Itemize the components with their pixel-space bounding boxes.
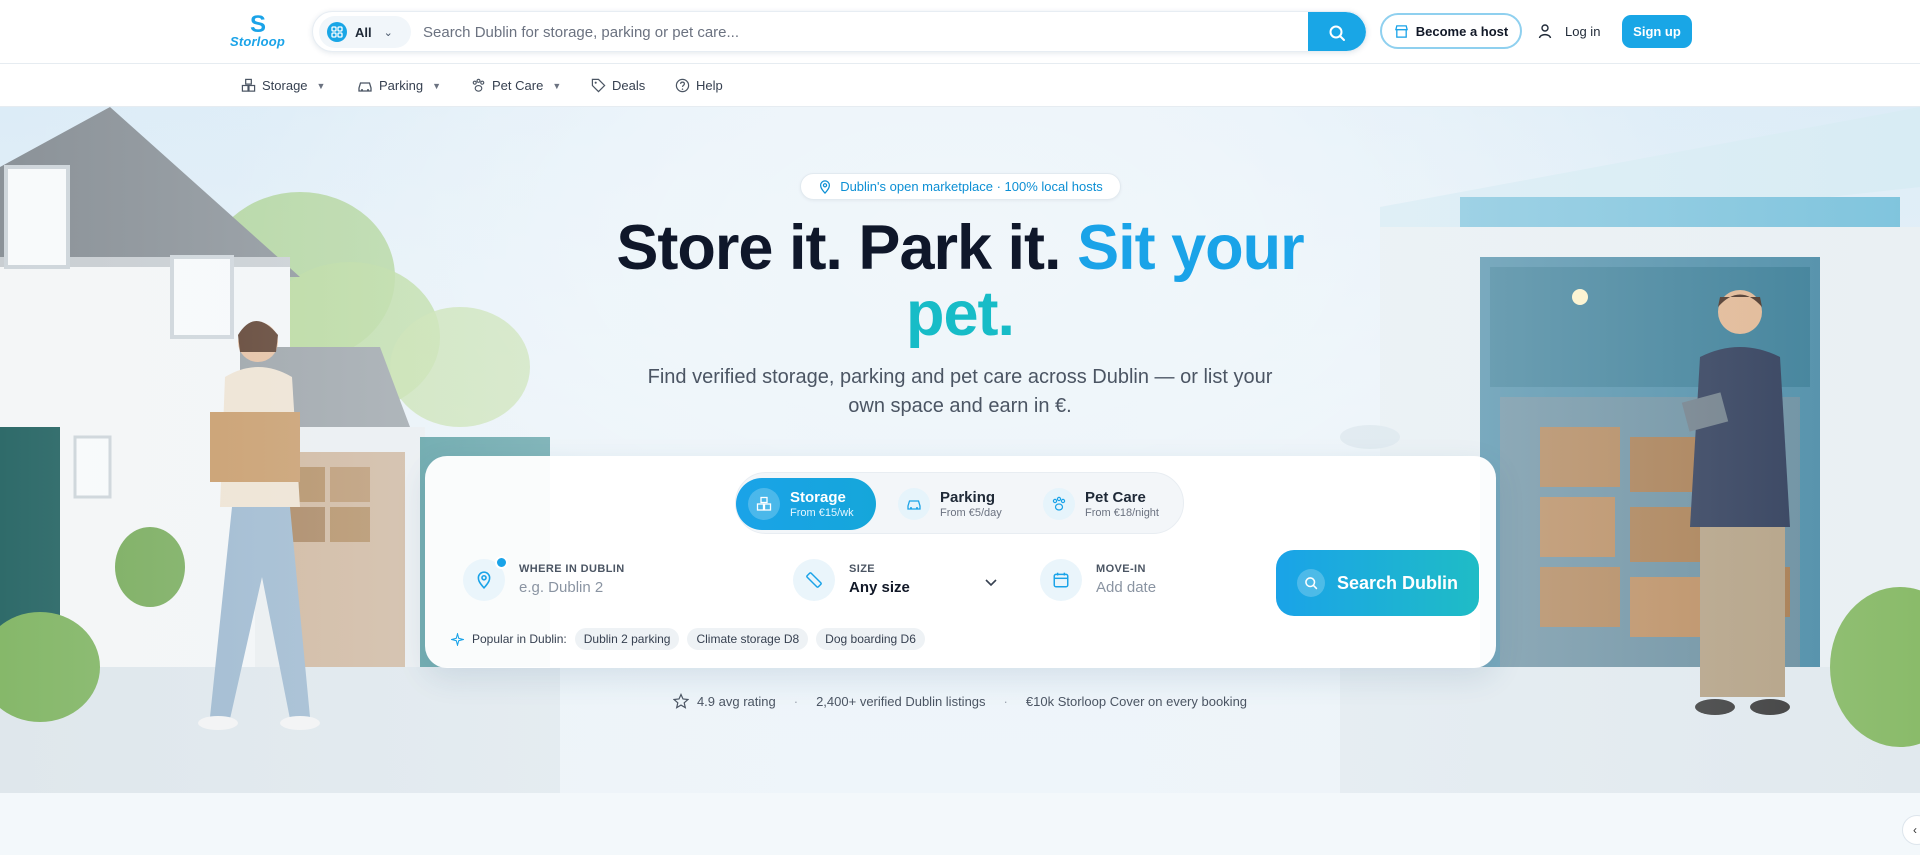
size-select[interactable]: SIZE Any size: [793, 558, 910, 602]
search-bar: All ⌄: [312, 11, 1367, 52]
calendar-icon: [1040, 559, 1082, 601]
headline-part-2: Sit your: [1077, 213, 1305, 283]
move-in-label: MOVE-IN: [1096, 563, 1146, 575]
nav-item-pet-care[interactable]: Pet Care ▼: [471, 64, 561, 107]
storage-icon: [748, 488, 780, 520]
next-section: [0, 793, 1920, 855]
chevron-down-icon: ▼: [432, 80, 441, 91]
login-link[interactable]: Log in: [1537, 15, 1600, 47]
tab-storage[interactable]: Storage From €15/wk: [736, 478, 876, 530]
nav-label: Pet Care: [492, 78, 544, 93]
where-label: WHERE IN DUBLIN: [519, 563, 625, 575]
hero-headline: Store it. Park it. Sit your pet.: [560, 215, 1360, 347]
nav-label: Help: [696, 78, 723, 93]
size-value: Any size: [849, 579, 910, 596]
trust-stats: 4.9 avg rating · 2,400+ verified Dublin …: [650, 691, 1270, 711]
nav-item-deals[interactable]: Deals: [591, 64, 645, 107]
chevron-down-icon: ▼: [552, 80, 562, 91]
storage-icon: [241, 78, 256, 92]
nav-item-storage[interactable]: Storage ▼: [241, 64, 325, 107]
separator: ·: [1003, 693, 1008, 709]
car-icon: [358, 81, 372, 92]
chevron-down-icon: ⌄: [383, 26, 393, 39]
sparkle-icon: [451, 632, 464, 646]
signup-button[interactable]: Sign up: [1622, 15, 1692, 48]
tab-pet-care[interactable]: Pet Care From €18/night: [1031, 478, 1171, 530]
become-host-button[interactable]: Become a host: [1380, 13, 1522, 49]
nav-item-parking[interactable]: Parking ▼: [357, 64, 441, 107]
hero-section: Dublin's open marketplace · 100% local h…: [0, 107, 1920, 793]
search-input[interactable]: [407, 13, 1317, 51]
search-dublin-label: Search Dublin: [1336, 572, 1459, 593]
nav-item-help[interactable]: Help: [675, 64, 723, 107]
nav-label: Storage: [262, 78, 308, 93]
headline-part-1: Store it. Park it.: [616, 213, 1061, 283]
tab-label: Parking: [940, 488, 996, 506]
chevron-down-icon[interactable]: [985, 576, 997, 590]
search-button[interactable]: [1308, 12, 1366, 51]
size-label: SIZE: [849, 563, 876, 575]
where-field[interactable]: WHERE IN DUBLIN e.g. Dublin 2: [463, 556, 625, 602]
help-icon: [675, 78, 690, 93]
location-pin-icon: [820, 179, 831, 194]
nav-label: Deals: [612, 78, 646, 93]
headline-part-3: pet.: [905, 279, 1015, 349]
popular-chip[interactable]: Dublin 2 parking: [574, 628, 680, 650]
nav-label: Parking: [379, 78, 424, 93]
rating-stat: 4.9 avg rating: [696, 693, 776, 709]
popular-chip[interactable]: Climate storage D8: [687, 628, 809, 650]
move-in-field[interactable]: MOVE-IN Add date: [1040, 558, 1156, 602]
booking-card: Storage From €15/wk Parking From €5/day: [425, 456, 1496, 668]
search-icon: [1329, 25, 1345, 41]
star-icon: [672, 693, 689, 709]
chevron-down-icon: ▼: [316, 80, 326, 91]
car-icon: [898, 488, 930, 520]
tab-price: From €18/night: [1085, 506, 1159, 519]
tag-icon: [591, 78, 606, 93]
separator: ·: [793, 693, 799, 709]
search-dublin-button[interactable]: Search Dublin: [1276, 550, 1479, 616]
move-in-input[interactable]: Add date: [1096, 578, 1156, 598]
tab-label: Storage: [790, 488, 846, 506]
tab-price: From €5/day: [940, 506, 1002, 519]
store-icon: [1394, 24, 1408, 38]
logo[interactable]: S Storloop: [230, 12, 298, 52]
category-dropdown[interactable]: All ⌄: [319, 16, 411, 48]
cover-stat: €10k Storloop Cover on every booking: [1025, 693, 1248, 709]
grid-icon: [327, 22, 347, 42]
search-icon: [1296, 569, 1325, 597]
logo-text: Storloop: [230, 34, 286, 49]
become-host-label: Become a host: [1415, 23, 1509, 39]
paw-icon: [1043, 488, 1075, 520]
service-tabs: Storage From €15/wk Parking From €5/day: [735, 472, 1184, 534]
listings-stat: 2,400+ verified Dublin listings: [816, 693, 986, 709]
popular-label: Popular in Dublin:: [472, 632, 567, 646]
ruler-icon: [793, 559, 835, 601]
tab-parking[interactable]: Parking From €5/day: [886, 478, 1026, 530]
marketplace-badge-text: Dublin's open marketplace · 100% local h…: [840, 179, 1103, 194]
login-label: Log in: [1565, 23, 1601, 39]
tab-label: Pet Care: [1085, 488, 1146, 506]
category-nav: Storage ▼ Parking ▼ Pet Care ▼ Deals Hel…: [0, 64, 1920, 107]
active-dot: [495, 556, 508, 569]
user-icon: [1538, 24, 1552, 39]
popular-searches: Popular in Dublin: Dublin 2 parking Clim…: [451, 628, 925, 650]
location-pin-icon: [463, 556, 508, 601]
hero-subtitle: Find verified storage, parking and pet c…: [647, 366, 1273, 417]
marketplace-badge: Dublin's open marketplace · 100% local h…: [800, 173, 1121, 200]
popular-chip[interactable]: Dog boarding D6: [816, 628, 925, 650]
paw-icon: [472, 78, 485, 92]
signup-label: Sign up: [1633, 24, 1681, 39]
top-bar: S Storloop All ⌄ Become a host Log in Si…: [0, 0, 1920, 64]
tab-price: From €15/wk: [790, 506, 854, 519]
category-label: All: [355, 24, 372, 40]
where-input[interactable]: e.g. Dublin 2: [519, 578, 625, 598]
